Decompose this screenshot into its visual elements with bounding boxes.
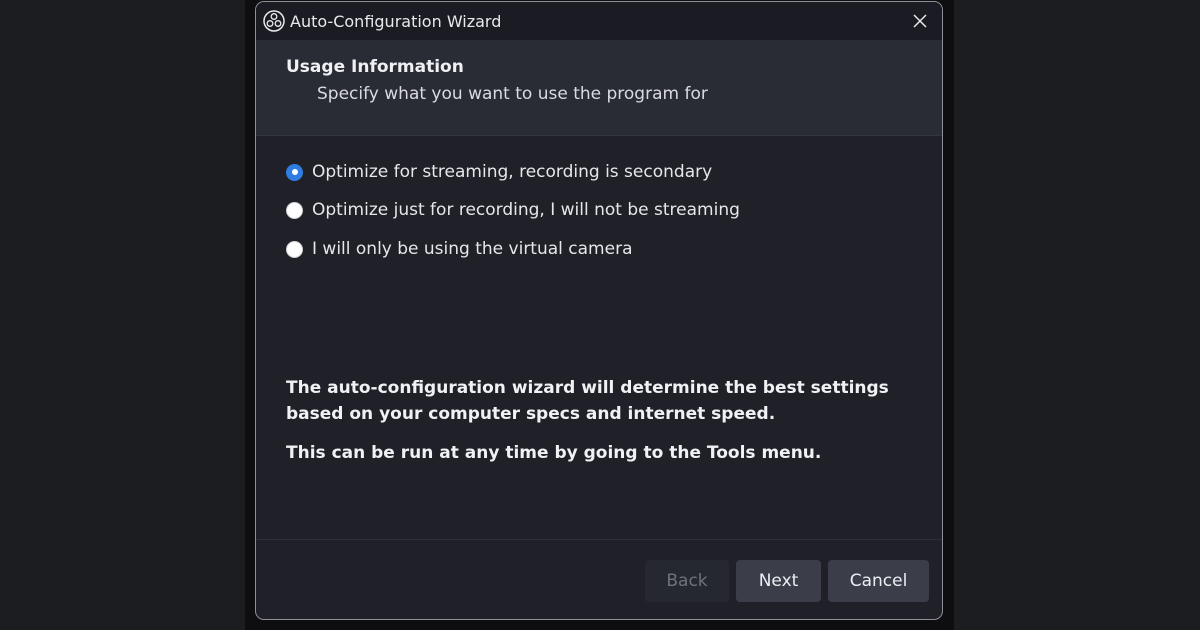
next-button[interactable]: Next — [736, 560, 821, 602]
wizard-dialog: Auto-Configuration Wizard Usage Informat… — [255, 1, 943, 620]
option-streaming-label: Optimize for streaming, recording is sec… — [312, 162, 713, 182]
close-icon — [913, 14, 927, 28]
window-title: Auto-Configuration Wizard — [290, 12, 502, 31]
obs-logo-icon — [263, 10, 285, 32]
option-recording-label: Optimize just for recording, I will not … — [312, 200, 740, 220]
radio-virtual-camera[interactable] — [286, 240, 303, 258]
option-virtual-camera-label: I will only be using the virtual camera — [312, 239, 633, 259]
footer-divider — [256, 539, 942, 540]
option-streaming[interactable]: Optimize for streaming, recording is sec… — [286, 160, 712, 184]
page-subtitle: Specify what you want to use the program… — [317, 84, 708, 104]
radio-streaming[interactable] — [286, 163, 303, 181]
page-header: Usage Information Specify what you want … — [256, 40, 942, 136]
back-button[interactable]: Back — [645, 560, 729, 602]
cancel-button[interactable]: Cancel — [828, 560, 929, 602]
info-text-primary: The auto-configuration wizard will deter… — [286, 378, 889, 424]
info-text-secondary: This can be run at any time by going to … — [286, 443, 822, 463]
page-title: Usage Information — [286, 57, 464, 77]
close-button[interactable] — [900, 4, 940, 38]
title-bar: Auto-Configuration Wizard — [256, 2, 942, 40]
option-recording[interactable]: Optimize just for recording, I will not … — [286, 198, 740, 222]
radio-recording[interactable] — [286, 201, 303, 219]
option-virtual-camera[interactable]: I will only be using the virtual camera — [286, 237, 633, 261]
